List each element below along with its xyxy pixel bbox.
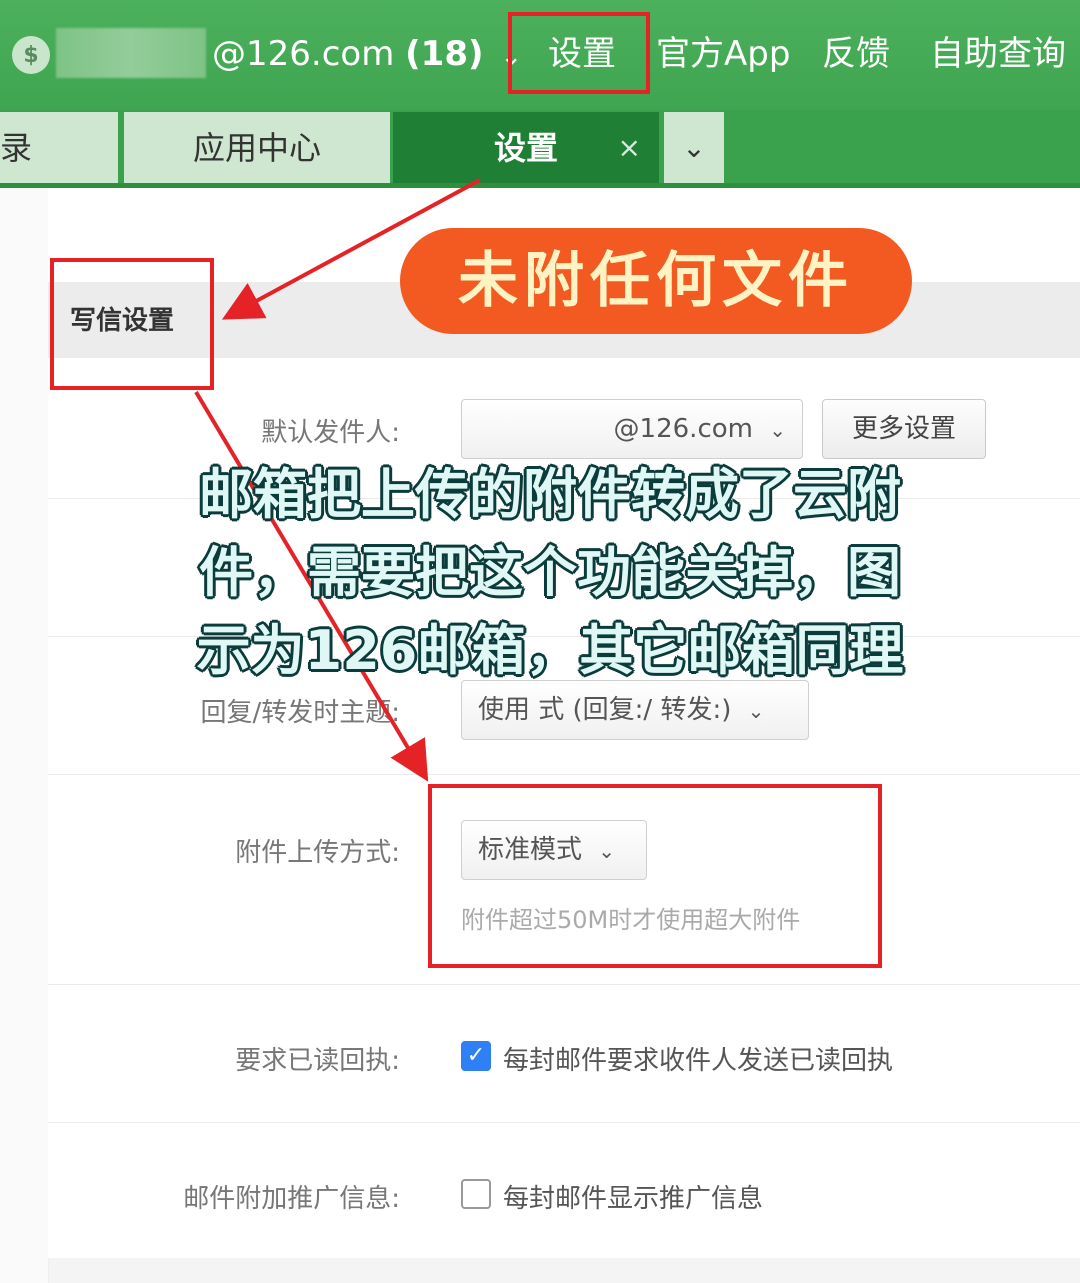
overlay-caption: 邮箱把上传的附件转成了云附件，需要把这个功能关掉，图示为126邮箱，其它邮箱同理: [196, 463, 904, 682]
annotation-banner: 未附任何文件: [400, 228, 912, 334]
